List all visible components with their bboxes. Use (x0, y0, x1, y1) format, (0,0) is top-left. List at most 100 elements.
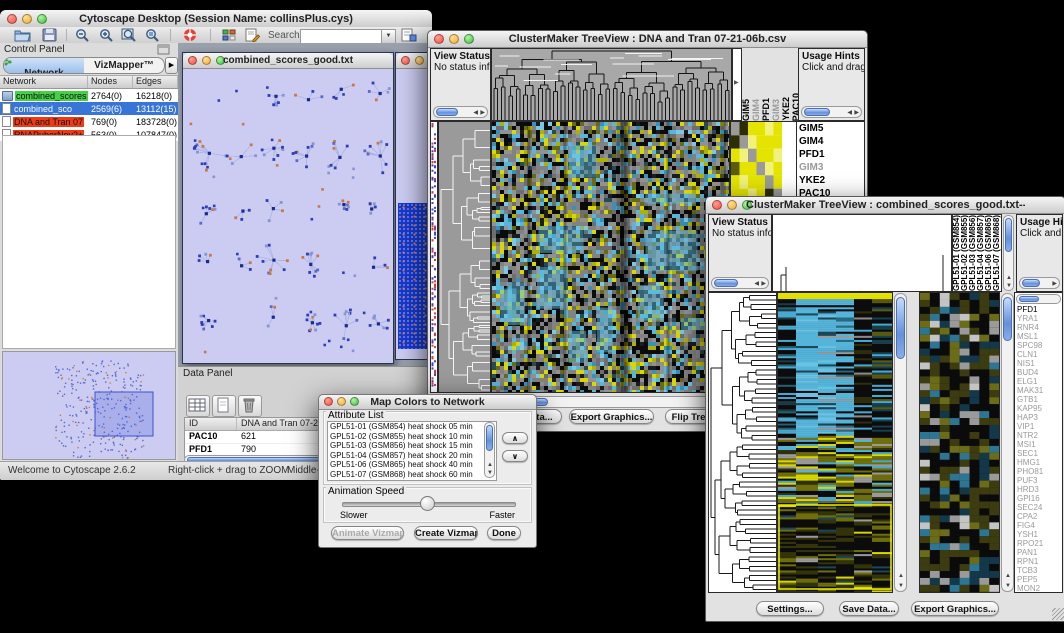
dendrogram-splitter[interactable]: ▶ (732, 48, 742, 121)
close-button[interactable] (401, 56, 410, 65)
row-dendrogram[interactable] (708, 292, 777, 593)
column-label[interactable]: GIM5 (742, 99, 751, 121)
close-button[interactable] (712, 200, 722, 210)
gene-label[interactable]: GPI16 (1015, 494, 1062, 503)
column-label[interactable]: GIM4 (752, 99, 761, 121)
treeview1-titlebar[interactable]: ClusterMaker TreeView : DNA and Tran 07-… (428, 31, 867, 48)
close-button[interactable] (7, 14, 17, 24)
gene-label[interactable]: PHO81 (1015, 467, 1062, 476)
usage-hints-scrollbar[interactable]: ▶ (1019, 277, 1060, 289)
main-titlebar[interactable]: Cytoscape Desktop (Session Name: collins… (0, 10, 432, 28)
column-label[interactable]: YKE2 (782, 97, 791, 121)
gene-label[interactable]: MSL1 (1015, 332, 1062, 341)
create-vizmap-button[interactable]: Create Vizmap (414, 526, 478, 540)
column-label[interactable]: GPL51-08 (GSM872) (1001, 215, 1002, 291)
attribute-item[interactable]: GPL51-03 (GSM856) heat shock 15 min (328, 441, 496, 451)
gene-label[interactable]: PFD1 (797, 148, 864, 161)
treeview-button[interactable]: Export Graphics... (911, 601, 999, 616)
gene-label[interactable]: HAP3 (1015, 413, 1062, 422)
network-row[interactable]: combined_scores 2764(0) 16218(0) (0, 89, 178, 102)
global-heatmap-vscrollbar[interactable]: ▲▼ (894, 293, 907, 592)
column-label[interactable]: GIM3 (772, 99, 781, 121)
zoom-in-icon[interactable] (98, 28, 115, 42)
gene-label[interactable]: YSH1 (1015, 530, 1062, 539)
zoom-heatmap[interactable] (731, 122, 782, 202)
zoom-button[interactable] (350, 397, 359, 406)
column-label[interactable]: PFD1 (762, 98, 771, 121)
tab-network[interactable]: Network (4, 58, 84, 73)
view-status-scrollbar[interactable]: ◀▶ (433, 106, 488, 118)
row-dendrogram[interactable] (438, 121, 491, 393)
zoom-selected-icon[interactable] (144, 28, 161, 42)
gene-label[interactable]: NTR2 (1015, 431, 1062, 440)
attribute-item[interactable]: GPL51-04 (GSM857) heat shock 20 min (328, 451, 496, 461)
float-panel-icon[interactable] (157, 44, 174, 58)
gene-label[interactable]: NIS1 (1015, 359, 1062, 368)
attribute-item[interactable]: GPL51-01 (GSM854) heat shock 05 min (328, 422, 496, 432)
zoom-out-icon[interactable] (74, 28, 91, 42)
save-icon[interactable] (42, 28, 59, 42)
gene-label-hscrollbar[interactable] (1016, 294, 1061, 304)
treeview2-titlebar[interactable]: ClusterMaker TreeView : combined_scores_… (706, 197, 1064, 214)
attribute-list-vscrollbar[interactable]: ▲▼ (484, 422, 495, 478)
gene-label[interactable]: HMG1 (1015, 458, 1062, 467)
tab-vizmapper[interactable]: VizMapper™ (84, 58, 164, 73)
tab-overflow-button[interactable]: ▶ (165, 57, 178, 74)
resize-grip[interactable] (1052, 608, 1064, 620)
gene-label[interactable]: BUD4 (1015, 368, 1062, 377)
gene-label[interactable]: PFD1 (1015, 305, 1062, 314)
animate-vizmap-button[interactable]: Animate Vizmap (331, 526, 404, 540)
done-button[interactable]: Done (487, 526, 521, 540)
gene-label[interactable]: PEP5 (1015, 575, 1062, 584)
gene-label[interactable]: CPA2 (1015, 512, 1062, 521)
gene-label[interactable]: TCB3 (1015, 566, 1062, 575)
column-label-vscrollbar[interactable]: ▲▼ (1003, 215, 1014, 291)
move-up-button[interactable]: ∧ (502, 432, 528, 444)
gene-label[interactable]: ELG1 (1015, 377, 1062, 386)
column-dendrogram[interactable] (772, 214, 952, 292)
network-canvas[interactable] (183, 69, 393, 363)
gene-label[interactable]: GTB1 (1015, 395, 1062, 404)
gene-label[interactable]: PAN1 (1015, 548, 1062, 557)
gene-label[interactable]: GIM3 (797, 161, 864, 174)
gene-label[interactable]: MSI1 (1015, 440, 1062, 449)
attribute-item[interactable]: GPL51-06 (GSM865) heat shock 40 min (328, 460, 496, 470)
gene-label[interactable]: GIM5 (797, 122, 864, 135)
node-grid-icon[interactable] (221, 28, 238, 42)
speed-slider-thumb[interactable] (420, 496, 435, 511)
minimize-button[interactable] (202, 56, 211, 65)
view-status-scrollbar[interactable]: ◀▶ (711, 277, 769, 289)
close-button[interactable] (434, 34, 444, 44)
gene-label[interactable]: MAK31 (1015, 386, 1062, 395)
delete-attribute-trash-icon[interactable] (238, 395, 262, 417)
open-file-icon[interactable] (14, 28, 31, 42)
column-dendrogram[interactable] (491, 48, 732, 121)
zoom-heatmap-vscrollbar[interactable]: ▲▼ (1001, 293, 1014, 592)
global-heatmap[interactable] (777, 292, 893, 593)
network-window-titlebar[interactable]: combined_scores_good.txt--cluste... (183, 53, 393, 69)
gene-label[interactable]: PUF3 (1015, 476, 1062, 485)
network-row[interactable]: combined_sco 2569(6) 13112(15) (0, 102, 178, 115)
minimize-button[interactable] (415, 56, 424, 65)
network-row[interactable]: DNA and Tran 07 769(0) 183728(0) (0, 115, 178, 128)
gene-label[interactable]: MON2 (1015, 584, 1062, 592)
gene-label[interactable]: SEC1 (1015, 449, 1062, 458)
selection-strip[interactable] (430, 121, 438, 393)
treeview-button[interactable]: Export Graphics... (569, 409, 654, 424)
gene-label[interactable]: RNR4 (1015, 323, 1062, 332)
gene-label[interactable]: SPC98 (1015, 341, 1062, 350)
new-attribute-icon[interactable] (212, 395, 236, 417)
gene-label[interactable]: KAP95 (1015, 404, 1062, 413)
import-table-icon[interactable] (401, 28, 418, 42)
zoom-heatmap[interactable] (919, 292, 1000, 593)
zoom-fit-icon[interactable] (121, 28, 138, 42)
gene-label[interactable]: SEC24 (1015, 503, 1062, 512)
attribute-table-icon[interactable] (186, 395, 210, 417)
gene-label[interactable]: GIM4 (797, 135, 864, 148)
gene-label[interactable]: HRD3 (1015, 485, 1062, 494)
close-button[interactable] (324, 397, 333, 406)
help-lifering-icon[interactable] (182, 28, 199, 42)
gene-label[interactable]: RPO21 (1015, 539, 1062, 548)
annotation-icon[interactable] (245, 28, 262, 42)
minimize-button[interactable] (727, 200, 737, 210)
